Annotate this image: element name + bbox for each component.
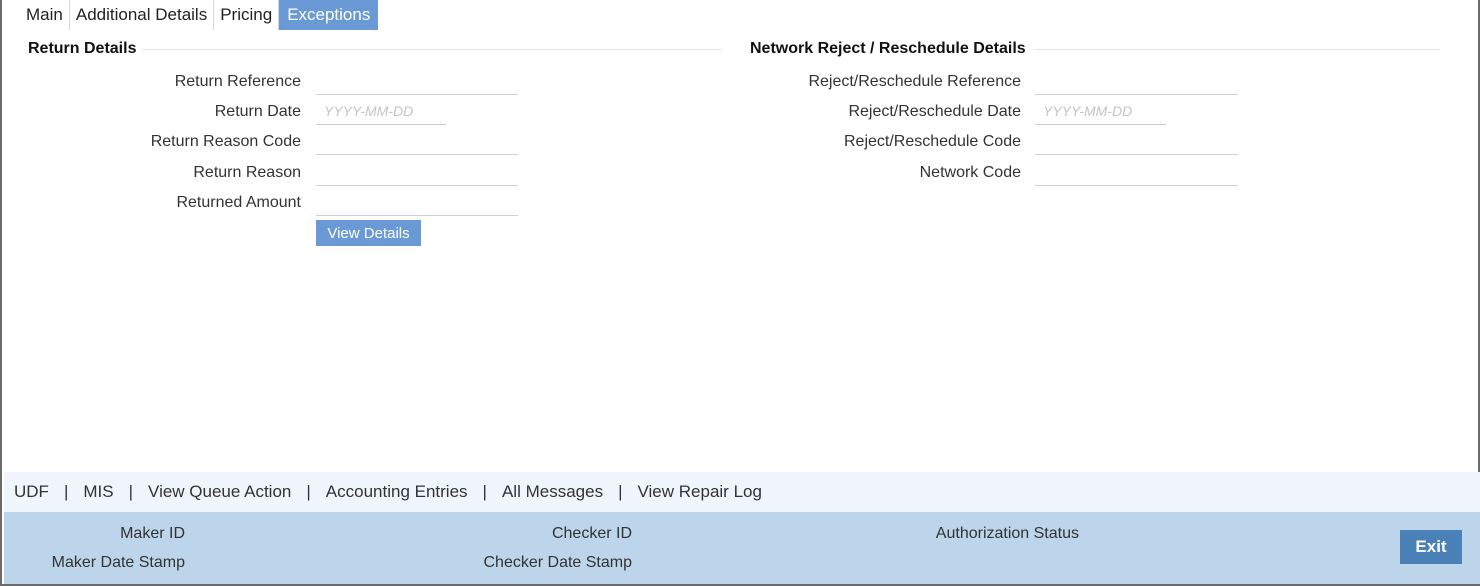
return-reference-row: Return Reference (2, 69, 722, 99)
tab-bar: Main Additional Details Pricing Exceptio… (20, 0, 379, 30)
tab-exceptions[interactable]: Exceptions (279, 0, 379, 30)
reject-reference-label: Reject/Reschedule Reference (808, 73, 1021, 90)
maker-id-label: Maker ID (120, 525, 185, 542)
return-details-divider (142, 49, 722, 50)
return-date-input[interactable] (316, 99, 446, 125)
reject-date-input[interactable] (1035, 99, 1166, 125)
view-details-button[interactable]: View Details (316, 220, 421, 246)
return-date-label: Return Date (214, 103, 301, 120)
tab-main[interactable]: Main (20, 0, 70, 30)
link-mis[interactable]: MIS (83, 482, 113, 502)
link-separator: | (482, 482, 487, 501)
return-reference-input[interactable] (316, 69, 518, 95)
return-reference-label: Return Reference (174, 73, 301, 90)
returned-amount-row: Returned Amount (2, 190, 722, 220)
window-frame: Main Additional Details Pricing Exceptio… (0, 0, 1480, 586)
tab-pricing[interactable]: Pricing (214, 0, 280, 30)
maker-date-stamp-label: Maker Date Stamp (51, 554, 185, 571)
audit-footer: Maker ID Maker Date Stamp Checker ID Che… (4, 512, 1480, 584)
reject-reference-input[interactable] (1035, 69, 1238, 95)
link-separator: | (128, 482, 134, 501)
reject-code-row: Reject/Reschedule Code (722, 129, 1442, 159)
return-date-row: Return Date (2, 99, 722, 129)
link-view-queue-action[interactable]: View Queue Action (148, 482, 291, 502)
link-view-repair-log[interactable]: View Repair Log (638, 482, 762, 502)
link-separator: | (618, 482, 623, 501)
return-details-title: Return Details (28, 40, 137, 57)
network-code-input[interactable] (1035, 160, 1238, 186)
reject-code-label: Reject/Reschedule Code (844, 133, 1021, 150)
return-reason-code-row: Return Reason Code (2, 129, 722, 159)
tab-additional-details[interactable]: Additional Details (70, 0, 215, 30)
link-separator: | (306, 482, 311, 501)
reject-date-label: Reject/Reschedule Date (848, 103, 1021, 120)
authorization-status-label: Authorization Status (935, 525, 1079, 542)
link-separator: | (63, 482, 69, 501)
network-code-row: Network Code (722, 160, 1442, 190)
network-reject-title: Network Reject / Reschedule Details (750, 40, 1026, 57)
return-reason-label: Return Reason (193, 164, 301, 181)
action-links-bar: UDF | MIS | View Queue Action | Accounti… (4, 472, 1480, 512)
network-code-label: Network Code (919, 164, 1021, 181)
reject-reference-row: Reject/Reschedule Reference (722, 69, 1442, 99)
returned-amount-label: Returned Amount (176, 194, 301, 211)
network-reject-divider (1034, 49, 1440, 50)
exit-button[interactable]: Exit (1400, 530, 1462, 564)
checker-id-label: Checker ID (551, 525, 632, 542)
return-reason-input[interactable] (316, 160, 518, 186)
checker-date-stamp-label: Checker Date Stamp (483, 554, 632, 571)
return-reason-code-input[interactable] (316, 129, 518, 155)
return-reason-code-label: Return Reason Code (150, 133, 301, 150)
link-all-messages[interactable]: All Messages (502, 482, 603, 502)
reject-date-row: Reject/Reschedule Date (722, 99, 1442, 129)
link-accounting-entries[interactable]: Accounting Entries (326, 482, 468, 502)
reject-code-input[interactable] (1035, 129, 1238, 155)
link-udf[interactable]: UDF (14, 482, 49, 502)
returned-amount-input[interactable] (316, 190, 518, 216)
return-reason-row: Return Reason (2, 160, 722, 190)
